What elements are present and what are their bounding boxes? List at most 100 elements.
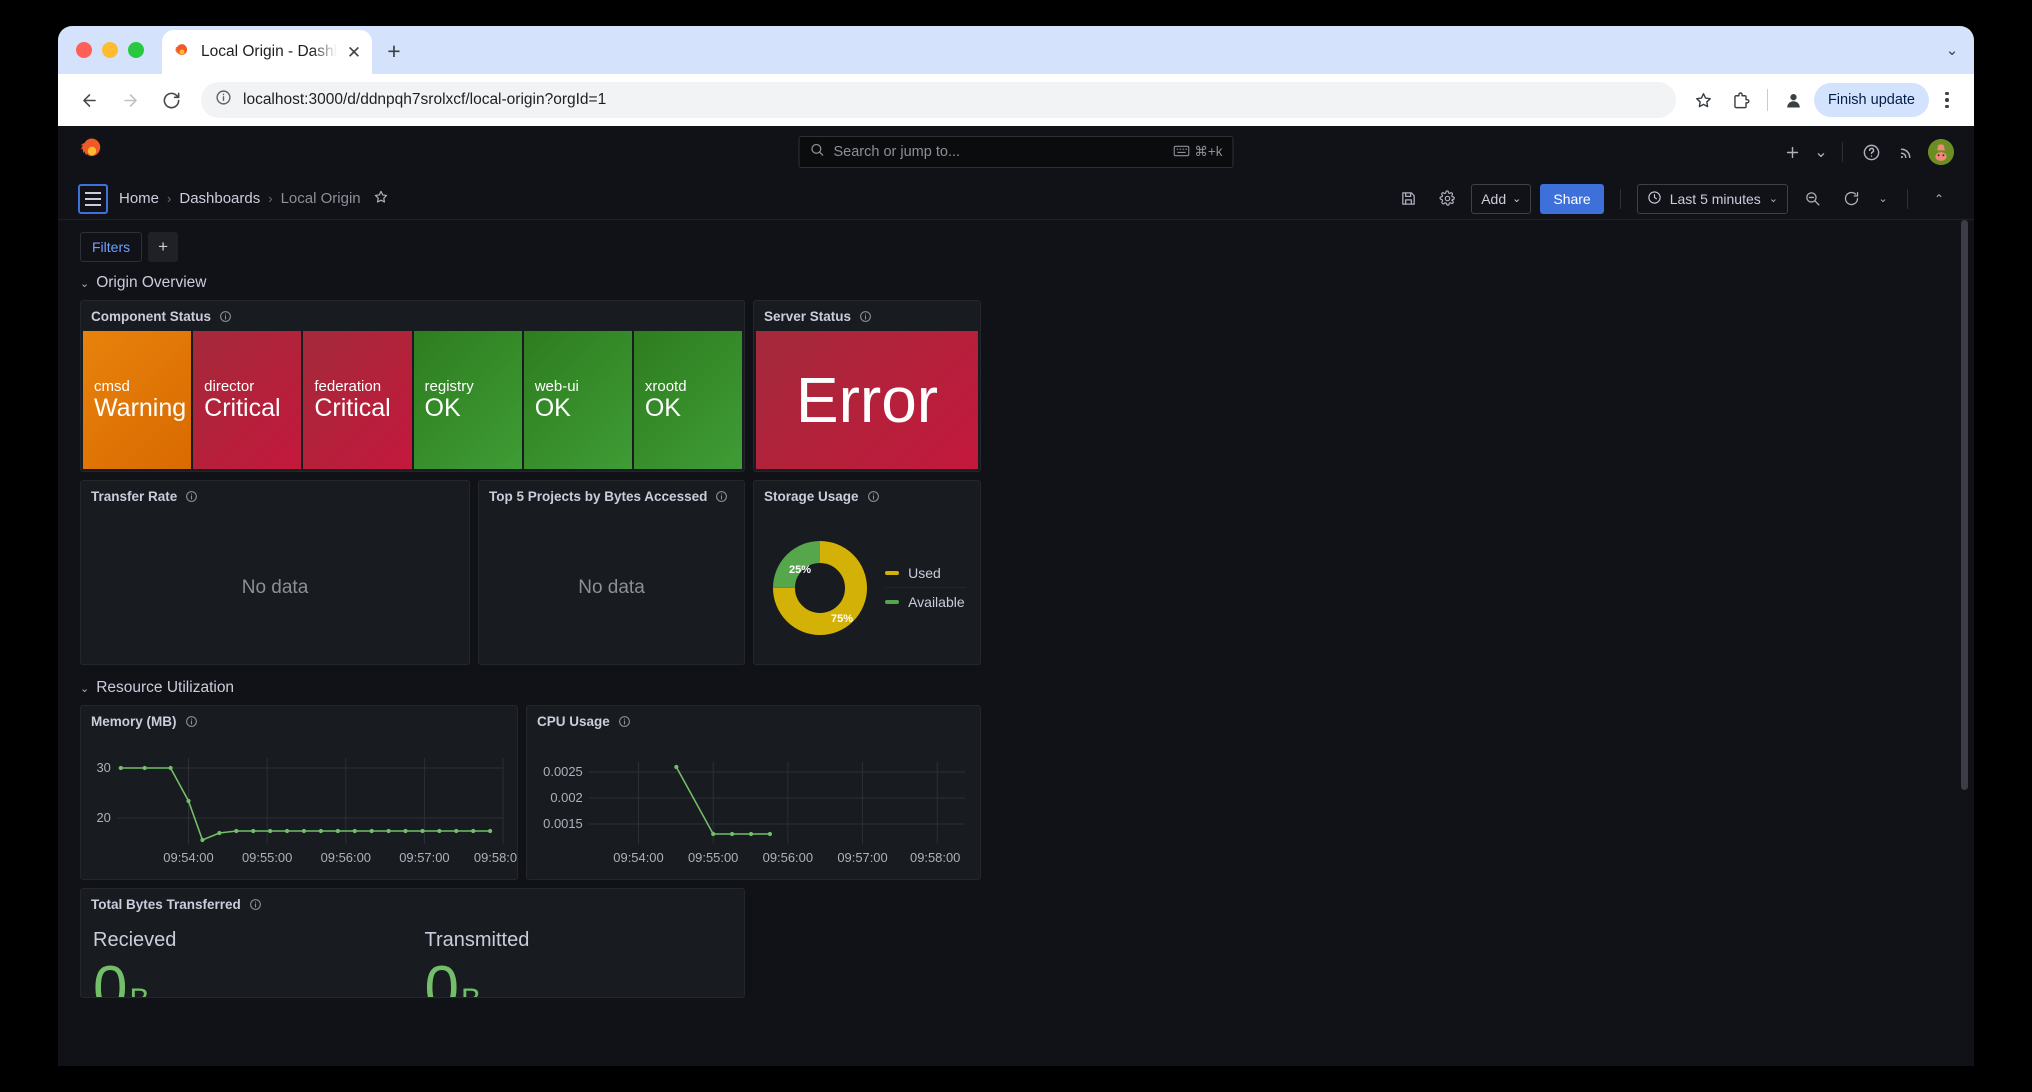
news-feed-icon[interactable]: [1892, 137, 1922, 167]
address-bar[interactable]: localhost:3000/d/ddnpqh7srolxcf/local-or…: [201, 82, 1676, 118]
toggle-menu-button[interactable]: [78, 183, 108, 214]
row-header-origin-overview[interactable]: ⌄ Origin Overview: [80, 274, 1952, 292]
breadcrumb-item-dashboards[interactable]: Dashboards: [179, 190, 260, 207]
status-tile[interactable]: xrootd OK: [633, 331, 743, 469]
panel-title: CPU Usage: [537, 713, 610, 729]
add-new-icon[interactable]: [1777, 137, 1807, 167]
grafana-logo-icon[interactable]: [78, 137, 108, 167]
panel-body[interactable]: 0.0025 0.002 0.0015 09:54:00 09:55:00 09…: [527, 736, 980, 879]
add-filter-button[interactable]: +: [148, 232, 179, 262]
donut-slice-label-used: 75%: [831, 613, 853, 625]
cpu-ytick: 0.002: [550, 790, 582, 805]
share-button[interactable]: Share: [1540, 183, 1604, 214]
profile-avatar-icon[interactable]: [1777, 83, 1811, 117]
info-icon[interactable]: [249, 898, 262, 911]
new-tab-button[interactable]: +: [376, 33, 412, 69]
site-info-icon[interactable]: [215, 89, 232, 111]
legend-item-available[interactable]: Available: [885, 588, 966, 616]
info-icon[interactable]: [185, 715, 198, 728]
info-icon[interactable]: [185, 490, 198, 503]
panel-memory: Memory (MB) 30 20 09:54:00 09:55:00 09:5…: [80, 705, 518, 880]
donut-slice-label-available: 25%: [789, 564, 811, 576]
storage-donut-chart[interactable]: 25% 75%: [754, 533, 885, 643]
status-tile[interactable]: cmsd Warning: [83, 331, 192, 469]
server-status-tile[interactable]: Error: [756, 331, 978, 469]
close-window-button[interactable]: [76, 42, 92, 58]
status-tile[interactable]: federation Critical: [303, 331, 412, 469]
status-tile-name: cmsd: [94, 377, 130, 395]
cpu-xtick: 09:54:00: [613, 850, 663, 865]
zoom-out-time-range-icon[interactable]: [1797, 184, 1827, 214]
filters-button[interactable]: Filters: [80, 232, 143, 262]
grafana-top-navbar: Search or jump to... ⌘+k ⌄: [58, 126, 1974, 178]
user-avatar[interactable]: [1928, 139, 1954, 165]
bookmark-star-icon[interactable]: [1687, 83, 1721, 117]
refresh-interval-chevron-down-icon[interactable]: ⌄: [1875, 184, 1891, 214]
status-tile[interactable]: web-ui OK: [523, 331, 632, 469]
help-icon[interactable]: [1856, 137, 1886, 167]
status-tile[interactable]: director Critical: [193, 331, 302, 469]
status-tile-name: federation: [314, 377, 382, 395]
panel-title: Transfer Rate: [91, 488, 178, 504]
back-button[interactable]: [70, 81, 108, 119]
info-icon[interactable]: [618, 715, 631, 728]
cpu-ytick: 0.0025: [543, 764, 583, 779]
status-tile[interactable]: registry OK: [413, 331, 522, 469]
transmitted-cell[interactable]: Transmitted 0 B: [413, 919, 745, 997]
info-icon[interactable]: [859, 310, 872, 323]
panel-header: Storage Usage: [754, 481, 980, 511]
collapse-toolbar-chevron-up-icon[interactable]: ⌃: [1924, 184, 1954, 214]
save-dashboard-icon[interactable]: [1393, 184, 1423, 214]
panel-title: Server Status: [764, 308, 852, 324]
received-unit: B: [129, 985, 149, 998]
storage-donut-wrapper: 25% 75% Used Available: [754, 511, 980, 664]
keyboard-icon: [1173, 145, 1190, 160]
received-label: Recieved: [93, 929, 177, 951]
panel-body[interactable]: 30 20 09:54:00 09:55:00 09:56:00 09:57:0…: [81, 736, 517, 879]
cpu-xtick: 09:56:00: [763, 850, 813, 865]
bytes-grid: Recieved 0 B Transmitted 0 B: [81, 919, 744, 997]
tab-close-icon[interactable]: ✕: [346, 44, 362, 61]
memory-series-line: [120, 767, 491, 842]
info-icon[interactable]: [715, 490, 728, 503]
panel-header: Component Status: [81, 301, 744, 331]
legend-item-used[interactable]: Used: [885, 559, 966, 588]
favorite-star-icon[interactable]: [373, 189, 389, 209]
reload-button[interactable]: [152, 81, 190, 119]
extensions-icon[interactable]: [1724, 83, 1758, 117]
storage-legend: Used Available: [885, 559, 980, 616]
time-range-picker[interactable]: Last 5 minutes ⌄: [1636, 183, 1788, 214]
window-traffic-lights: [72, 26, 158, 74]
panel-server-status: Server Status Error: [753, 300, 981, 472]
status-tile-value: OK: [424, 393, 461, 422]
dashboard-scrollbar-track[interactable]: [1961, 220, 1971, 1066]
minimize-window-button[interactable]: [102, 42, 118, 58]
browser-menu-button[interactable]: [1932, 83, 1962, 117]
maximize-window-button[interactable]: [128, 42, 144, 58]
add-new-chevron-down-icon[interactable]: ⌄: [1813, 137, 1829, 167]
add-panel-button[interactable]: Add ⌄: [1471, 183, 1532, 214]
received-cell[interactable]: Recieved 0 B: [81, 919, 413, 997]
dashboard-settings-gear-icon[interactable]: [1432, 184, 1462, 214]
browser-tab[interactable]: Local Origin - Dashboards - G ✕: [162, 30, 372, 74]
forward-button[interactable]: [111, 81, 149, 119]
breadcrumb-item-home[interactable]: Home: [119, 190, 159, 207]
info-icon[interactable]: [867, 490, 880, 503]
memory-xtick: 09:54:00: [163, 850, 213, 865]
memory-ytick: 30: [96, 760, 110, 775]
topnav-actions: ⌄: [1777, 137, 1954, 167]
finish-update-button[interactable]: Finish update: [1813, 83, 1929, 117]
memory-xtick: 09:58:00: [474, 850, 517, 865]
row-header-resource-utilization[interactable]: ⌄ Resource Utilization: [80, 679, 1952, 697]
search-input[interactable]: Search or jump to... ⌘+k: [798, 136, 1234, 168]
dashboard-scrollbar-thumb[interactable]: [1961, 220, 1968, 790]
panel-transfer-rate: Transfer Rate No data: [80, 480, 470, 665]
legend-swatch-available: [885, 600, 900, 604]
info-icon[interactable]: [219, 310, 232, 323]
refresh-dashboard-icon[interactable]: [1836, 184, 1866, 214]
row-title: Origin Overview: [96, 274, 207, 291]
transmitted-value: 0: [424, 954, 459, 998]
panel-header: Server Status: [754, 301, 980, 331]
tab-list-chevron-icon[interactable]: ⌄: [1930, 30, 1974, 70]
panel-title: Memory (MB): [91, 713, 177, 729]
